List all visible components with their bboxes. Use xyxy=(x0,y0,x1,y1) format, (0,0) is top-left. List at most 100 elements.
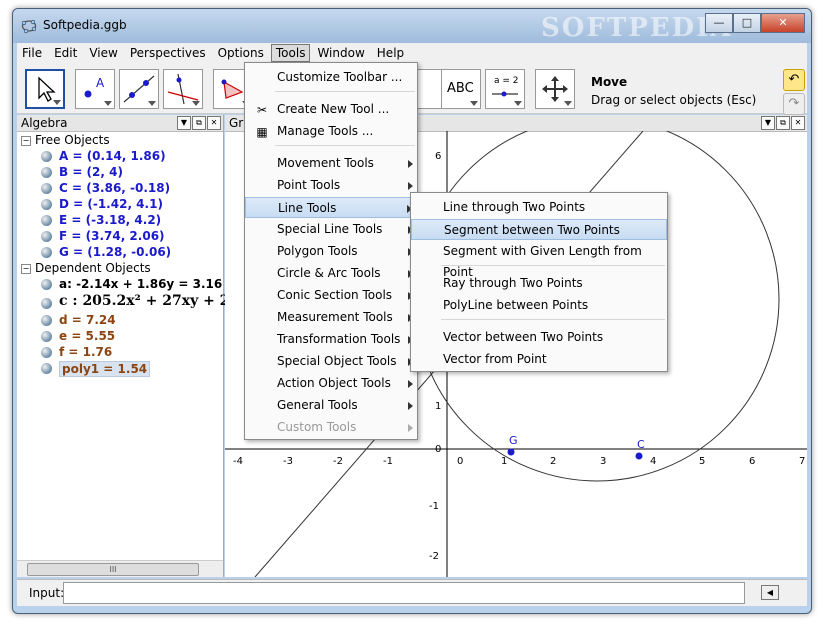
point-g-label: G xyxy=(509,434,518,447)
move-graphics-tool-button[interactable] xyxy=(535,69,575,109)
submenu-item-polyline-between-points[interactable]: PolyLine between Points xyxy=(411,295,667,316)
menu-item-point-tools[interactable]: Point Tools xyxy=(245,175,417,196)
x-tick-label: 7 xyxy=(799,456,805,467)
menu-item-create-new-tool[interactable]: ✂ Create New Tool ... xyxy=(245,99,417,120)
menu-item-special-object-tools[interactable]: Special Object Tools xyxy=(245,351,417,372)
point-c-label: C xyxy=(637,438,645,451)
undo-button[interactable]: ↶ xyxy=(783,69,805,91)
object-value: F = (3.74, 2.06) xyxy=(59,229,165,243)
algebra-undock-button[interactable]: ⧉ xyxy=(192,116,206,130)
visibility-toggle-icon[interactable] xyxy=(41,183,52,194)
tools-menu-dropdown: Customize Toolbar ... ✂ Create New Tool .… xyxy=(244,62,418,440)
point-c[interactable] xyxy=(635,452,643,460)
line-tool-button[interactable] xyxy=(119,69,159,109)
menu-item-customize-toolbar[interactable]: Customize Toolbar ... xyxy=(245,67,417,88)
object-value: D = (-1.42, 4.1) xyxy=(59,197,163,211)
redo-button[interactable]: ↷ xyxy=(783,93,805,115)
algebra-horizontal-scrollbar[interactable]: III xyxy=(17,560,223,577)
submenu-arrow-icon xyxy=(408,160,413,168)
menu-item-transformation-tools[interactable]: Transformation Tools xyxy=(245,329,417,350)
title-bar[interactable]: Softpedia.ggb SOFTPEDIA — □ ✕ xyxy=(13,9,811,43)
visibility-toggle-icon[interactable] xyxy=(41,151,52,162)
menu-separator xyxy=(275,145,415,146)
object-value: a: -2.14x + 1.86y = 3.16 xyxy=(59,277,223,291)
input-bar: Input: ◀ xyxy=(17,579,807,606)
window-title: Softpedia.ggb xyxy=(43,18,127,32)
close-button[interactable]: ✕ xyxy=(761,13,805,33)
dependent-objects-label: Dependent Objects xyxy=(35,261,151,275)
graphics-menu-button[interactable]: ▼ xyxy=(761,116,775,130)
input-label: Input: xyxy=(29,586,65,600)
scrollbar-thumb[interactable]: III xyxy=(27,563,199,576)
svg-text:A: A xyxy=(96,76,105,90)
x-tick-label: 6 xyxy=(749,456,755,467)
submenu-item-segment-between-two-points[interactable]: Segment between Two Points xyxy=(411,219,667,240)
menu-item-conic-section-tools[interactable]: Conic Section Tools xyxy=(245,285,417,306)
menu-window[interactable]: Window xyxy=(312,44,369,62)
menu-item-action-object-tools[interactable]: Action Object Tools xyxy=(245,373,417,394)
menu-file[interactable]: File xyxy=(17,44,47,62)
text-tool-button[interactable]: ABC xyxy=(441,69,481,109)
submenu-item-ray-through-two-points[interactable]: Ray through Two Points xyxy=(411,273,667,294)
graphics-close-button[interactable]: ✕ xyxy=(791,116,805,130)
scissors-icon: ✂ xyxy=(256,103,268,117)
point-tool-button[interactable]: A xyxy=(75,69,115,109)
algebra-close-button[interactable]: ✕ xyxy=(207,116,221,130)
x-tick-label: -2 xyxy=(333,456,343,467)
visibility-toggle-icon[interactable] xyxy=(41,363,52,374)
x-tick-label: 0 xyxy=(457,456,463,467)
menu-options[interactable]: Options xyxy=(213,44,269,62)
window-controls: — □ ✕ xyxy=(705,13,805,33)
menu-item-line-tools[interactable]: Line Tools xyxy=(245,197,417,218)
menu-view[interactable]: View xyxy=(84,44,122,62)
menu-tools[interactable]: Tools xyxy=(270,44,311,62)
visibility-toggle-icon[interactable] xyxy=(41,331,52,342)
algebra-menu-button[interactable]: ▼ xyxy=(177,116,191,130)
menu-separator xyxy=(441,319,665,320)
point-g[interactable] xyxy=(507,448,515,456)
menu-separator xyxy=(441,265,665,266)
menu-help[interactable]: Help xyxy=(372,44,409,62)
move-tool-button[interactable] xyxy=(25,69,65,109)
visibility-toggle-icon[interactable] xyxy=(41,167,52,178)
input-field[interactable] xyxy=(63,582,745,604)
collapse-icon[interactable]: − xyxy=(21,264,31,274)
visibility-toggle-icon[interactable] xyxy=(41,315,52,326)
menu-item-polygon-tools[interactable]: Polygon Tools xyxy=(245,241,417,262)
minimize-button[interactable]: — xyxy=(705,13,733,33)
submenu-item-vector-between-two-points[interactable]: Vector between Two Points xyxy=(411,327,667,348)
menu-edit[interactable]: Edit xyxy=(49,44,82,62)
submenu-item-line-through-two-points[interactable]: Line through Two Points xyxy=(411,197,667,218)
submenu-item-vector-from-point[interactable]: Vector from Point xyxy=(411,349,667,370)
visibility-toggle-icon[interactable] xyxy=(41,347,52,358)
graphics-undock-button[interactable]: ⧉ xyxy=(776,116,790,130)
menu-item-custom-tools[interactable]: Custom Tools xyxy=(245,417,417,438)
geogebra-app-icon xyxy=(21,19,37,34)
visibility-toggle-icon[interactable] xyxy=(41,231,52,242)
collapse-icon[interactable]: − xyxy=(21,136,31,146)
input-help-button[interactable]: ◀ xyxy=(761,585,779,600)
menu-item-manage-tools[interactable]: ▦ Manage Tools ... xyxy=(245,121,417,142)
x-tick-label: 5 xyxy=(699,456,705,467)
menu-item-circle-arc-tools[interactable]: Circle & Arc Tools xyxy=(245,263,417,284)
visibility-toggle-icon[interactable] xyxy=(41,215,52,226)
tool-help-title: Move xyxy=(591,75,628,89)
submenu-item-segment-with-given-length[interactable]: Segment with Given Length from Point xyxy=(411,241,667,279)
menu-item-measurement-tools[interactable]: Measurement Tools xyxy=(245,307,417,328)
visibility-toggle-icon[interactable] xyxy=(41,279,52,290)
menu-item-general-tools[interactable]: General Tools xyxy=(245,395,417,416)
y-tick-label: -1 xyxy=(429,501,439,512)
slider-tool-button[interactable]: a = 2 xyxy=(485,69,525,109)
manage-tools-icon: ▦ xyxy=(256,125,268,139)
menu-item-special-line-tools[interactable]: Special Line Tools xyxy=(245,219,417,240)
x-tick-label: 3 xyxy=(600,456,606,467)
redo-icon: ↷ xyxy=(788,96,800,111)
visibility-toggle-icon[interactable] xyxy=(41,247,52,258)
perpendicular-tool-button[interactable] xyxy=(163,69,203,109)
menu-item-movement-tools[interactable]: Movement Tools xyxy=(245,153,417,174)
visibility-toggle-icon[interactable] xyxy=(41,298,52,309)
visibility-toggle-icon[interactable] xyxy=(41,199,52,210)
menu-perspectives[interactable]: Perspectives xyxy=(125,44,211,62)
y-tick-label: 6 xyxy=(435,151,441,162)
maximize-button[interactable]: □ xyxy=(733,13,761,33)
